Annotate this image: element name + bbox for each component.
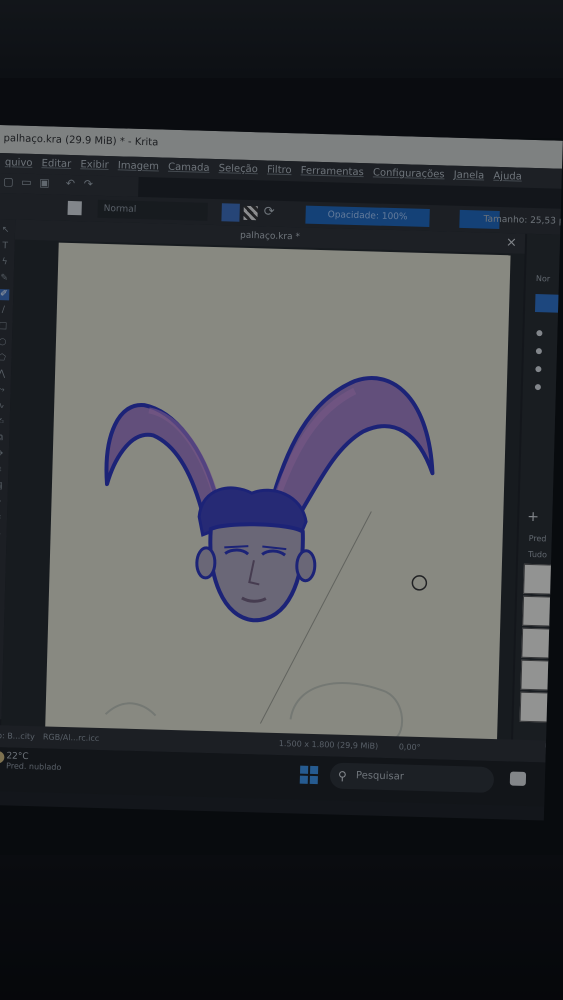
pan-tool-icon[interactable]: ⚲ — [0, 593, 1, 604]
search-icon: ⚲ — [337, 768, 347, 783]
save-icon[interactable]: ▣ — [38, 176, 50, 189]
blend-mode-label: Nor — [535, 274, 551, 284]
brush-preset-item[interactable] — [523, 563, 560, 595]
new-file-icon[interactable]: ▢ — [2, 175, 14, 188]
select-shapes-icon[interactable]: ↖ — [0, 225, 11, 236]
assistant-tool-icon[interactable]: ⊛ — [0, 545, 2, 556]
blend-mode-select[interactable]: Normal — [97, 199, 208, 221]
layer-visibility-icon[interactable] — [535, 366, 542, 373]
preset-tag-label[interactable]: Tudo — [528, 550, 547, 560]
weather-icon — [0, 751, 5, 764]
weather-temperature: 22°C — [6, 751, 29, 763]
brush-preset-item[interactable] — [519, 691, 557, 723]
menu-file[interactable]: quivo — [5, 157, 33, 169]
layer-visibility-icon[interactable] — [535, 348, 542, 355]
text-tool-icon[interactable]: T — [0, 241, 11, 252]
menu-layer[interactable]: Camada — [168, 162, 210, 174]
line-tool-icon[interactable]: / — [0, 305, 9, 316]
layer-selected[interactable] — [534, 294, 563, 313]
calligraphy-icon[interactable]: ✎ — [0, 273, 10, 284]
weather-widget[interactable]: 22°C Pred. nublado — [0, 751, 62, 772]
alpha-lock-icon[interactable] — [243, 205, 258, 221]
crop-tool-icon[interactable]: ⌗ — [0, 465, 5, 476]
status-rotation: 0,00° — [398, 742, 421, 752]
smart-patch-icon[interactable]: ✂ — [0, 513, 3, 524]
document-tab-title: palhaço.kra * — [239, 230, 301, 243]
ellipse-tool-icon[interactable]: ○ — [0, 337, 8, 348]
right-horn — [267, 376, 435, 514]
weather-condition: Pred. nublado — [5, 761, 62, 772]
menu-edit[interactable]: Editar — [41, 158, 71, 170]
brush-preset-item[interactable] — [521, 627, 559, 659]
close-icon[interactable]: × — [506, 233, 517, 253]
layer-visibility-icon[interactable] — [536, 330, 543, 337]
taskbar-search[interactable]: ⚲ Pesquisar — [329, 762, 495, 794]
preset-filter-label: Pred — [528, 533, 547, 544]
taskbar-search-placeholder: Pesquisar — [355, 770, 405, 783]
menu-window[interactable]: Janela — [454, 170, 485, 182]
monitor-screen: palhaço.kra (29.9 MiB) * - Krita quivo E… — [0, 125, 563, 821]
status-image-size: 1.500 x 1.800 (29,9 MiB) — [278, 739, 379, 751]
sketch-stroke — [104, 702, 157, 717]
menu-settings[interactable]: Configurações — [373, 167, 445, 180]
fill-tool-icon[interactable]: ◆ — [0, 529, 3, 540]
menu-tools[interactable]: Ferramentas — [301, 165, 364, 178]
brush-preset-item[interactable] — [522, 595, 560, 627]
redo-icon[interactable]: ↷ — [82, 177, 94, 190]
brush-preset-item[interactable] — [520, 659, 558, 691]
reload-icon[interactable]: ⟳ — [263, 204, 274, 219]
color-picker-icon[interactable]: ✒ — [0, 497, 4, 508]
move-tool-icon[interactable]: ✥ — [0, 449, 5, 460]
status-tool-info: b: B...city — [0, 731, 35, 742]
undo-icon[interactable]: ↶ — [64, 177, 76, 190]
right-ear — [295, 549, 317, 583]
room-background — [0, 0, 563, 90]
gradient-tool-icon[interactable]: ▤ — [0, 481, 4, 492]
menu-view[interactable]: Exibir — [80, 159, 109, 171]
opacity-slider[interactable]: Opacidade: 100% — [305, 205, 430, 228]
rectangle-tool-icon[interactable]: □ — [0, 321, 9, 332]
menu-filter[interactable]: Filtro — [267, 164, 292, 176]
freehand-brush-icon[interactable]: ✐ — [0, 289, 10, 301]
dynamic-brush-icon[interactable]: ✍ — [0, 417, 6, 428]
artwork — [104, 376, 435, 740]
add-layer-icon[interactable]: + — [527, 509, 539, 525]
drawing-canvas[interactable] — [45, 242, 511, 742]
open-icon[interactable]: ▭ — [20, 176, 32, 189]
reference-tool-icon[interactable]: ◿ — [0, 577, 1, 588]
keyboard-area — [0, 855, 563, 1000]
brush-cursor — [411, 575, 428, 591]
face — [208, 522, 305, 623]
menu-select[interactable]: Seleção — [219, 163, 258, 175]
measure-tool-icon[interactable]: ⊠ — [0, 561, 2, 572]
polyline-tool-icon[interactable]: ⋀ — [0, 369, 7, 380]
brush-preset-icon[interactable] — [67, 200, 82, 216]
status-color-space: RGB/Al...rc.icc — [42, 732, 100, 744]
left-ear — [195, 546, 217, 580]
window-title: palhaço.kra (29.9 MiB) * - Krita — [3, 133, 159, 149]
chat-icon[interactable] — [509, 771, 527, 786]
eraser-icon[interactable] — [221, 203, 240, 222]
menu-help[interactable]: Ajuda — [493, 171, 522, 183]
size-label: Tamanho: 25,53 px — [483, 214, 563, 227]
sketch-stroke — [289, 682, 404, 740]
menu-image[interactable]: Imagem — [118, 160, 159, 172]
bezier-tool-icon[interactable]: ⤳ — [0, 385, 7, 396]
layer-visibility-icon[interactable] — [534, 384, 541, 391]
windows-start-icon[interactable] — [299, 765, 319, 785]
polygon-tool-icon[interactable]: ⬠ — [0, 353, 8, 364]
transform-tool-icon[interactable]: ⧉ — [0, 433, 5, 444]
freehand-path-icon[interactable]: ∿ — [0, 401, 6, 412]
edit-shapes-icon[interactable]: ϟ — [0, 257, 10, 268]
